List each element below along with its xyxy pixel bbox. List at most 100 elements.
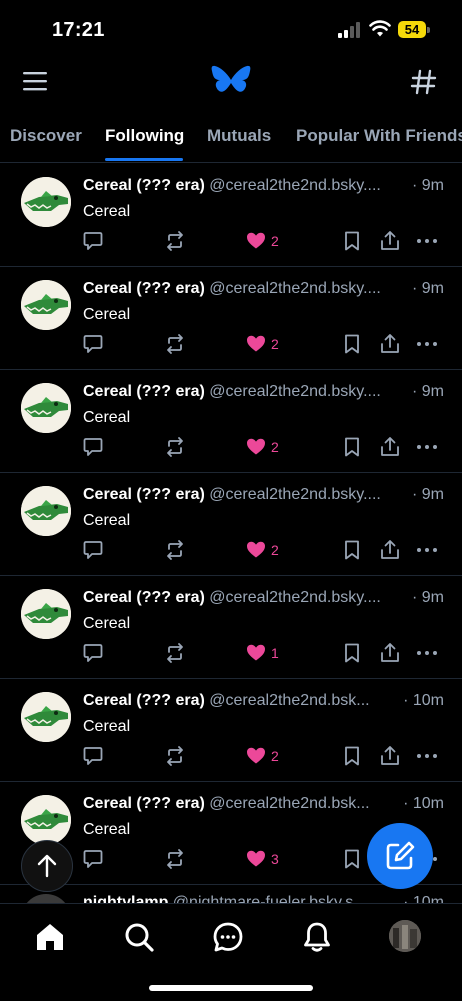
scroll-to-top-button[interactable] [21,840,73,892]
post-timestamp[interactable]: · 9m [408,383,444,401]
bell-icon[interactable] [301,921,333,953]
avatar[interactable] [21,486,71,536]
author-handle[interactable]: @cereal2the2nd.bsky.... [209,486,381,503]
post-timestamp[interactable]: · 9m [408,486,444,504]
like-button[interactable] [246,230,266,254]
author-handle[interactable]: @cereal2the2nd.bsky.... [209,280,381,297]
share-button[interactable] [380,745,400,769]
bookmark-button[interactable] [343,745,361,769]
like-button[interactable] [246,539,266,563]
author-name[interactable]: Cereal (??? era) [83,486,205,503]
like-button[interactable] [246,745,266,769]
author-name[interactable]: Cereal (??? era) [83,280,205,297]
post-text: Cereal [83,306,131,323]
avatar[interactable] [21,795,71,845]
post-author[interactable]: Cereal (??? era) @cereal2the2nd.bsky.... [83,280,445,298]
like-button[interactable] [246,436,266,460]
author-handle[interactable]: @cereal2the2nd.bsky.... [209,177,381,194]
bookmark-button[interactable] [343,333,361,357]
more-options-button[interactable] [416,436,438,460]
heart-filled-icon [247,850,265,867]
author-name[interactable]: Cereal (??? era) [83,383,205,400]
compose-post-button[interactable] [367,823,433,889]
like-button[interactable] [246,333,266,357]
author-handle[interactable]: @cereal2the2nd.bsk... [209,795,369,812]
share-button[interactable] [380,539,400,563]
post-timestamp[interactable]: · 9m [408,177,444,195]
repost-button[interactable] [165,333,185,357]
author-name[interactable]: Cereal (??? era) [83,692,205,709]
repost-button[interactable] [165,642,185,666]
more-options-button[interactable] [416,539,438,563]
reply-button[interactable] [83,642,103,666]
more-options-button[interactable] [416,333,438,357]
avatar[interactable] [21,177,71,227]
post-timestamp[interactable]: · 10m [399,795,444,813]
repost-button[interactable] [165,539,185,563]
share-button[interactable] [380,230,400,254]
bookmark-button[interactable] [343,848,361,872]
home-icon[interactable] [34,921,66,953]
post-item[interactable]: Cereal (??? era) @cereal2the2nd.bsk... ·… [0,679,462,782]
post-author[interactable]: Cereal (??? era) @cereal2the2nd.bsky.... [83,177,445,195]
reply-button[interactable] [83,539,103,563]
tab-mutuals[interactable]: Mutuals [207,126,271,146]
share-button[interactable] [380,642,400,666]
post-item[interactable]: Cereal (??? era) @cereal2the2nd.bsky....… [0,473,462,576]
post-author[interactable]: Cereal (??? era) @cereal2the2nd.bsk... [83,795,445,813]
tab-popular-with-friends[interactable]: Popular With Friends [296,126,462,146]
avatar[interactable] [21,589,71,639]
reply-button[interactable] [83,333,103,357]
share-button[interactable] [380,436,400,460]
post-author[interactable]: Cereal (??? era) @cereal2the2nd.bsky.... [83,486,445,504]
search-icon[interactable] [123,921,155,953]
author-handle[interactable]: @cereal2the2nd.bsk... [209,692,369,709]
profile-avatar[interactable] [389,920,421,952]
post-timestamp[interactable]: · 9m [408,280,444,298]
repost-button[interactable] [165,436,185,460]
post-author[interactable]: Cereal (??? era) @cereal2the2nd.bsk... [83,692,445,710]
butterfly-logo-icon[interactable] [211,64,251,100]
more-options-button[interactable] [416,642,438,666]
like-button[interactable] [246,848,266,872]
post-item[interactable]: Cereal (??? era) @cereal2the2nd.bsky....… [0,576,462,679]
bookmark-button[interactable] [343,230,361,254]
more-options-button[interactable] [416,745,438,769]
chat-icon[interactable] [212,921,244,953]
bookmark-button[interactable] [343,436,361,460]
share-button[interactable] [380,333,400,357]
avatar[interactable] [21,280,71,330]
more-options-button[interactable] [416,230,438,254]
post-item[interactable]: Cereal (??? era) @cereal2the2nd.bsky....… [0,267,462,370]
author-name[interactable]: Cereal (??? era) [83,589,205,606]
hashtag-icon[interactable] [410,68,438,96]
reply-button[interactable] [83,436,103,460]
avatar[interactable] [21,692,71,742]
post-item[interactable]: Cereal (??? era) @cereal2the2nd.bsky....… [0,164,462,267]
bookmark-button[interactable] [343,539,361,563]
share-icon [381,746,399,765]
repost-button[interactable] [165,848,185,872]
tab-following[interactable]: Following [105,126,184,146]
hamburger-menu-icon[interactable] [22,70,48,92]
reply-button[interactable] [83,745,103,769]
post-author[interactable]: Cereal (??? era) @cereal2the2nd.bsky.... [83,383,445,401]
repost-button[interactable] [165,230,185,254]
avatar[interactable] [21,383,71,433]
post-item[interactable]: Cereal (??? era) @cereal2the2nd.bsky....… [0,370,462,473]
post-feed[interactable]: Cereal (??? era) @cereal2the2nd.bsky....… [0,164,462,904]
post-timestamp[interactable]: · 9m [408,589,444,607]
repost-button[interactable] [165,745,185,769]
reply-button[interactable] [83,230,103,254]
author-name[interactable]: Cereal (??? era) [83,795,205,812]
author-handle[interactable]: @cereal2the2nd.bsky.... [209,589,381,606]
reply-button[interactable] [83,848,103,872]
bookmark-button[interactable] [343,642,361,666]
author-name[interactable]: Cereal (??? era) [83,177,205,194]
like-button[interactable] [246,642,266,666]
tab-discover[interactable]: Discover [10,126,82,146]
post-timestamp[interactable]: · 10m [399,692,444,710]
post-author[interactable]: Cereal (??? era) @cereal2the2nd.bsky.... [83,589,445,607]
post-actions: 2 [83,436,443,460]
author-handle[interactable]: @cereal2the2nd.bsky.... [209,383,381,400]
